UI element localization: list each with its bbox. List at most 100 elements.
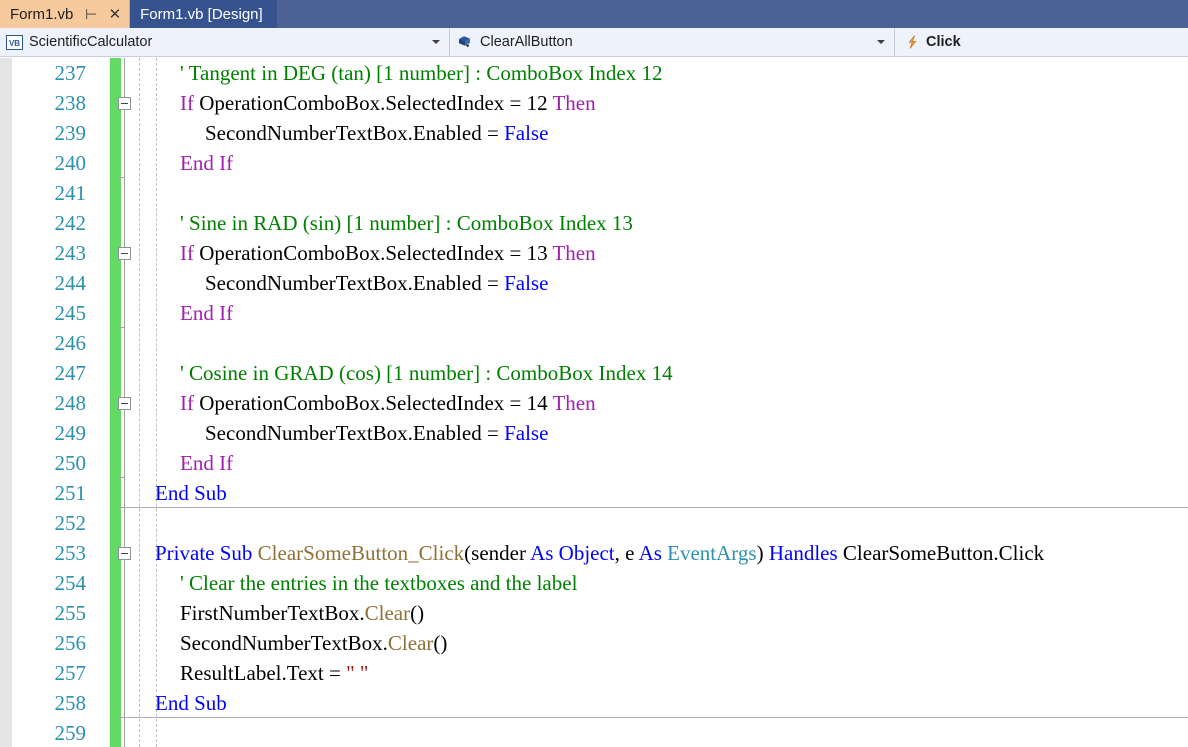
code-token: As bbox=[638, 541, 668, 565]
tab-form1-vb-design[interactable]: Form1.vb [Design] bbox=[130, 0, 277, 28]
code-line[interactable]: 250 End If bbox=[0, 448, 1188, 478]
code-line[interactable]: 246 bbox=[0, 328, 1188, 358]
tab-label: Form1.vb bbox=[10, 5, 74, 23]
code-line[interactable]: 241 bbox=[0, 178, 1188, 208]
code-editor[interactable]: 237 ' Tangent in DEG (tan) [1 number] : C… bbox=[0, 58, 1188, 747]
code-token: () bbox=[410, 601, 425, 625]
code-token: Clear bbox=[387, 631, 434, 655]
code-token: OperationComboBox.SelectedIndex = 14 bbox=[199, 391, 553, 415]
code-token: Object bbox=[558, 541, 615, 565]
code-token: , e bbox=[614, 541, 639, 565]
code-token: OperationComboBox.SelectedIndex = 12 bbox=[199, 91, 553, 115]
code-token: () bbox=[433, 631, 448, 655]
code-token: If bbox=[180, 391, 200, 415]
code-line[interactable]: 238 If OperationComboBox.SelectedIndex = … bbox=[0, 88, 1188, 118]
code-line[interactable]: 259 bbox=[0, 718, 1188, 747]
code-line[interactable]: 257 ResultLabel.Text = " " bbox=[0, 658, 1188, 688]
type-dropdown-value: ScientificCalculator bbox=[29, 34, 153, 50]
code-token: SecondNumberTextBox.Enabled = bbox=[205, 421, 505, 445]
code-text: End Sub bbox=[155, 478, 227, 508]
outline-end-tick bbox=[118, 327, 125, 328]
line-number: 238 bbox=[54, 91, 87, 115]
code-line[interactable]: 252 bbox=[0, 508, 1188, 538]
code-text: End If bbox=[180, 148, 233, 178]
code-token: SecondNumberTextBox.Enabled = bbox=[205, 271, 505, 295]
code-line[interactable]: 254 ' Clear the entries in the textboxes … bbox=[0, 568, 1188, 598]
code-text: If OperationComboBox.SelectedIndex = 14 … bbox=[180, 388, 596, 418]
code-token: ClearSomeButton_Click bbox=[257, 541, 465, 565]
code-line[interactable]: 247 ' Cosine in GRAD (cos) [1 number] : C… bbox=[0, 358, 1188, 388]
line-number: 254 bbox=[54, 571, 87, 595]
code-line[interactable]: 251 End Sub bbox=[0, 478, 1188, 508]
chevron-down-icon[interactable] bbox=[877, 40, 885, 44]
code-text: End If bbox=[180, 448, 233, 478]
line-number: 239 bbox=[54, 121, 87, 145]
collapse-region-button[interactable] bbox=[118, 547, 131, 560]
code-token: End If bbox=[180, 151, 234, 175]
outline-end-tick bbox=[118, 477, 125, 478]
code-token: Private Sub bbox=[155, 541, 258, 565]
collapse-region-button[interactable] bbox=[118, 97, 131, 110]
code-token: SecondNumberTextBox. bbox=[180, 631, 388, 655]
code-token: OperationComboBox.SelectedIndex = 13 bbox=[199, 241, 553, 265]
line-number: 247 bbox=[54, 361, 87, 385]
event-dropdown[interactable]: Click bbox=[895, 28, 1188, 56]
chevron-down-icon[interactable] bbox=[432, 40, 440, 44]
member-dropdown[interactable]: ClearAllButton bbox=[450, 28, 895, 56]
line-number: 237 bbox=[54, 61, 87, 85]
code-text: If OperationComboBox.SelectedIndex = 12 … bbox=[180, 88, 596, 118]
code-text: Private Sub ClearSomeButton_Click(sender… bbox=[155, 538, 1044, 568]
code-line[interactable]: 239 SecondNumberTextBox.Enabled = False bbox=[0, 118, 1188, 148]
code-line[interactable]: 248 If OperationComboBox.SelectedIndex = … bbox=[0, 388, 1188, 418]
code-text: End If bbox=[180, 298, 233, 328]
code-token: If bbox=[180, 241, 200, 265]
close-icon[interactable]: ✕ bbox=[109, 6, 122, 22]
line-number: 259 bbox=[54, 721, 87, 745]
code-token: ' Tangent in DEG (tan) [1 number] : Comb… bbox=[180, 61, 663, 85]
code-text: SecondNumberTextBox.Enabled = False bbox=[205, 268, 548, 298]
code-token: (sender bbox=[464, 541, 531, 565]
code-line[interactable]: 245 End If bbox=[0, 298, 1188, 328]
code-text: FirstNumberTextBox.Clear() bbox=[180, 598, 424, 628]
code-text: ' Tangent in DEG (tan) [1 number] : Comb… bbox=[180, 58, 663, 88]
code-line[interactable]: 256 SecondNumberTextBox.Clear() bbox=[0, 628, 1188, 658]
code-line[interactable]: 255 FirstNumberTextBox.Clear() bbox=[0, 598, 1188, 628]
code-token: " " bbox=[346, 661, 369, 685]
code-navigation-bar: VB ScientificCalculator ClearAllButton C… bbox=[0, 28, 1188, 57]
tab-form1-vb[interactable]: Form1.vb ⊣ ✕ bbox=[0, 0, 131, 28]
line-number: 244 bbox=[54, 271, 87, 295]
code-token: FirstNumberTextBox. bbox=[180, 601, 365, 625]
line-number: 248 bbox=[54, 391, 87, 415]
outline-end-tick bbox=[118, 177, 125, 178]
code-token: ' Cosine in GRAD (cos) [1 number] : Comb… bbox=[180, 361, 673, 385]
code-line[interactable]: 243 If OperationComboBox.SelectedIndex = … bbox=[0, 238, 1188, 268]
code-token: Clear bbox=[364, 601, 411, 625]
code-text: ' Sine in RAD (sin) [1 number] : ComboBo… bbox=[180, 208, 633, 238]
code-line[interactable]: 240 End If bbox=[0, 148, 1188, 178]
member-separator bbox=[124, 717, 1188, 718]
outline-end-tick bbox=[118, 507, 125, 508]
code-line[interactable]: 237 ' Tangent in DEG (tan) [1 number] : C… bbox=[0, 58, 1188, 88]
line-number: 256 bbox=[54, 631, 87, 655]
member-dropdown-value: ClearAllButton bbox=[480, 34, 573, 50]
code-line[interactable]: 258 End Sub bbox=[0, 688, 1188, 718]
collapse-region-button[interactable] bbox=[118, 397, 131, 410]
code-token: False bbox=[504, 121, 549, 145]
code-line[interactable]: 249 SecondNumberTextBox.Enabled = False bbox=[0, 418, 1188, 448]
code-line[interactable]: 244 SecondNumberTextBox.Enabled = False bbox=[0, 268, 1188, 298]
code-token: ) bbox=[756, 541, 769, 565]
code-line[interactable]: 253 Private Sub ClearSomeButton_Click(sen… bbox=[0, 538, 1188, 568]
collapse-region-button[interactable] bbox=[118, 247, 131, 260]
pin-icon[interactable]: ⊣ bbox=[85, 6, 97, 22]
code-token: ResultLabel.Text = bbox=[180, 661, 347, 685]
type-dropdown[interactable]: VB ScientificCalculator bbox=[0, 28, 450, 56]
code-text: SecondNumberTextBox.Enabled = False bbox=[205, 118, 548, 148]
code-token: EventArgs bbox=[667, 541, 757, 565]
code-token: End Sub bbox=[155, 481, 227, 505]
line-number: 251 bbox=[54, 481, 87, 505]
code-token: End Sub bbox=[155, 691, 227, 715]
line-number: 242 bbox=[54, 211, 87, 235]
code-line[interactable]: 242 ' Sine in RAD (sin) [1 number] : Comb… bbox=[0, 208, 1188, 238]
line-number: 243 bbox=[54, 241, 87, 265]
event-member-icon bbox=[456, 34, 474, 50]
